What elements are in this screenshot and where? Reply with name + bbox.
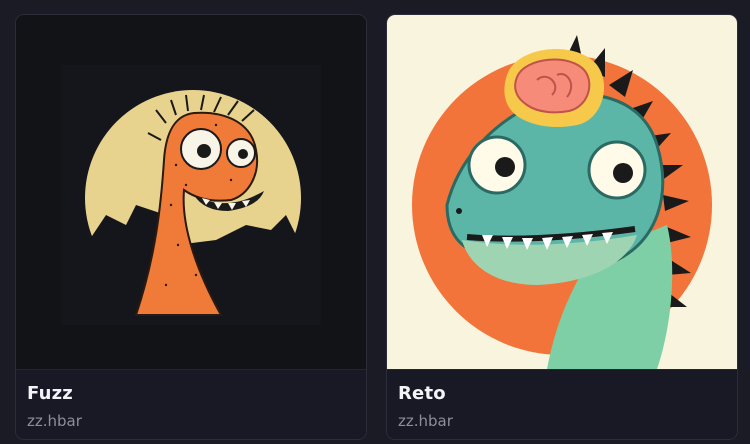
nft-owner[interactable]: zz.hbar [27,412,82,430]
nft-name[interactable]: Fuzz [27,383,73,404]
nft-card-fuzz[interactable]: Fuzz zz.hbar [15,14,367,440]
nft-card-grid: Fuzz zz.hbar Reto zz.hbar [0,0,750,444]
nft-owner[interactable]: zz.hbar [398,412,453,430]
nft-image-reto[interactable] [387,15,737,369]
nft-image-fuzz[interactable] [16,15,366,369]
card-footer: Fuzz zz.hbar [16,369,366,439]
card-footer: Reto zz.hbar [387,369,737,439]
nft-name[interactable]: Reto [398,383,446,404]
nft-card-reto[interactable]: Reto zz.hbar [386,14,738,440]
